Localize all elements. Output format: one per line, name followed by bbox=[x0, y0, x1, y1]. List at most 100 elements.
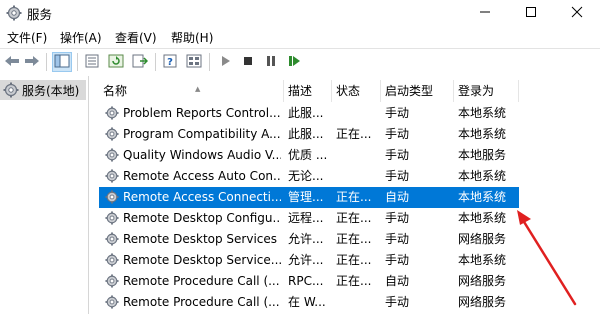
menu-bar: 文件(F) 操作(A) 查看(V) 帮助(H) bbox=[0, 27, 600, 47]
table-row[interactable]: Problem Reports Control... 此服... 手动 本地系统 bbox=[99, 103, 519, 124]
service-gear-icon bbox=[105, 169, 119, 186]
cell-status bbox=[336, 292, 380, 313]
column-header-status[interactable]: 状态 bbox=[332, 80, 381, 102]
table-row[interactable]: Remote Access Auto Con... 无论... 手动 本地系统 bbox=[99, 166, 519, 187]
close-icon bbox=[571, 6, 583, 21]
table-row[interactable]: Remote Procedure Call (... RPC... 正在... … bbox=[99, 271, 519, 292]
table-row[interactable]: Quality Windows Audio V... 优质 ... 手动 本地服… bbox=[99, 145, 519, 166]
menu-action[interactable]: 操作(A) bbox=[60, 29, 102, 46]
help-icon: ? bbox=[162, 54, 178, 71]
cell-status bbox=[336, 103, 380, 124]
cell-description: 在 W... bbox=[288, 295, 326, 309]
start-service-button[interactable] bbox=[215, 52, 235, 72]
refresh-button[interactable] bbox=[106, 52, 126, 72]
cell-startup-type: 手动 bbox=[385, 169, 410, 183]
refresh-icon bbox=[108, 54, 124, 71]
cell-name: Quality Windows Audio V... bbox=[123, 148, 281, 162]
cell-name: Problem Reports Control... bbox=[123, 106, 281, 120]
cell-description: RPC... bbox=[288, 274, 324, 288]
export-list-button[interactable] bbox=[130, 52, 150, 72]
column-header-log-on-as[interactable]: 登录为 bbox=[454, 80, 519, 102]
cell-description: 优质 ... bbox=[288, 148, 328, 162]
cell-status: 正在... bbox=[336, 190, 372, 204]
view-button[interactable] bbox=[184, 52, 204, 72]
maximize-icon bbox=[525, 6, 537, 21]
cell-log-on-as: 本地服务 bbox=[458, 148, 507, 162]
maximize-button[interactable] bbox=[508, 0, 554, 26]
cell-status: 正在... bbox=[336, 211, 372, 225]
pause-icon bbox=[264, 54, 278, 71]
show-hide-console-tree-button[interactable] bbox=[52, 52, 72, 72]
restart-icon bbox=[287, 54, 301, 71]
cell-startup-type: 手动 bbox=[385, 232, 410, 246]
cell-status bbox=[336, 145, 380, 166]
cell-name: Remote Desktop Configu... bbox=[123, 211, 281, 225]
forward-button[interactable] bbox=[22, 52, 42, 72]
toolbar: ? bbox=[0, 48, 600, 77]
cell-name: Remote Access Connecti... bbox=[123, 190, 281, 204]
cell-description: 无论... bbox=[288, 169, 324, 183]
cell-log-on-as: 本地系统 bbox=[458, 253, 507, 267]
forward-arrow-icon bbox=[24, 54, 40, 71]
column-header-description[interactable]: 描述 bbox=[284, 80, 332, 102]
pause-service-button[interactable] bbox=[261, 52, 281, 72]
table-row[interactable]: Remote Procedure Call (... 在 W... 手动 网络服… bbox=[99, 292, 519, 313]
cell-status: 正在... bbox=[336, 274, 372, 288]
tree-item-services-local[interactable]: 服务(本地) bbox=[0, 80, 86, 100]
cell-log-on-as: 网络服务 bbox=[458, 232, 507, 246]
cell-startup-type: 手动 bbox=[385, 253, 410, 267]
cell-description: 远程... bbox=[288, 211, 324, 225]
sort-caret-icon: ▲ bbox=[195, 85, 201, 93]
stop-icon bbox=[241, 54, 255, 71]
cell-description: 此服... bbox=[288, 106, 324, 120]
column-header-name-label: 名称 bbox=[103, 84, 128, 98]
table-row[interactable]: Program Compatibility A... 此服... 正在... 手… bbox=[99, 124, 519, 145]
properties-button[interactable] bbox=[82, 52, 102, 72]
cell-name: Remote Access Auto Con... bbox=[123, 169, 281, 183]
cell-startup-type: 手动 bbox=[385, 211, 410, 225]
cell-name: Remote Desktop Service... bbox=[123, 253, 281, 267]
service-gear-icon bbox=[105, 190, 119, 207]
export-list-icon bbox=[132, 54, 149, 71]
svg-text:?: ? bbox=[167, 57, 173, 68]
services-list-pane: 名称 ▲ 描述 状态 启动类型 登录为 Problem Reports Cont… bbox=[89, 76, 600, 314]
cell-log-on-as: 本地系统 bbox=[458, 211, 507, 225]
tree-item-label: 服务(本地) bbox=[22, 83, 80, 98]
menu-help[interactable]: 帮助(H) bbox=[171, 29, 213, 46]
table-row[interactable]: Remote Desktop Services 允许... 正在... 手动 网… bbox=[99, 229, 519, 250]
cell-name: Remote Procedure Call (... bbox=[123, 295, 280, 309]
restart-service-button[interactable] bbox=[284, 52, 304, 72]
cell-startup-type: 自动 bbox=[385, 274, 410, 288]
cell-description: 此服... bbox=[288, 127, 324, 141]
column-header-name[interactable]: 名称 ▲ bbox=[99, 80, 284, 102]
cell-name: Program Compatibility A... bbox=[123, 127, 281, 141]
table-row-selected[interactable]: Remote Access Connecti... 管理... 正在... 自动… bbox=[99, 187, 519, 208]
menu-file[interactable]: 文件(F) bbox=[7, 29, 47, 46]
window-title: 服务 bbox=[27, 7, 53, 22]
console-tree-icon bbox=[54, 54, 70, 71]
properties-icon bbox=[84, 54, 100, 71]
cell-status: 正在... bbox=[336, 253, 372, 267]
table-row[interactable]: Remote Desktop Configu... 远程... 正在... 手动… bbox=[99, 208, 519, 229]
play-icon bbox=[218, 54, 232, 71]
stop-service-button[interactable] bbox=[238, 52, 258, 72]
service-gear-icon bbox=[105, 274, 119, 291]
cell-name: Remote Desktop Services bbox=[123, 232, 278, 246]
service-gear-icon bbox=[105, 295, 119, 312]
table-row[interactable]: Remote Desktop Service... 允许... 正在... 手动… bbox=[99, 250, 519, 271]
cell-log-on-as: 本地系统 bbox=[458, 190, 507, 204]
service-gear-icon bbox=[105, 148, 119, 165]
services-gear-icon bbox=[6, 5, 22, 24]
cell-status: 正在... bbox=[336, 127, 372, 141]
close-button[interactable] bbox=[554, 0, 600, 26]
service-gear-icon bbox=[105, 127, 119, 144]
menu-view[interactable]: 查看(V) bbox=[115, 29, 157, 46]
column-header-startup-type[interactable]: 启动类型 bbox=[381, 80, 454, 102]
cell-log-on-as: 本地系统 bbox=[458, 127, 507, 141]
cell-status bbox=[336, 166, 380, 187]
back-arrow-icon bbox=[4, 54, 20, 71]
help-button[interactable]: ? bbox=[160, 52, 180, 72]
minimize-button[interactable] bbox=[462, 0, 508, 26]
back-button[interactable] bbox=[2, 52, 22, 72]
view-icon bbox=[186, 54, 202, 71]
